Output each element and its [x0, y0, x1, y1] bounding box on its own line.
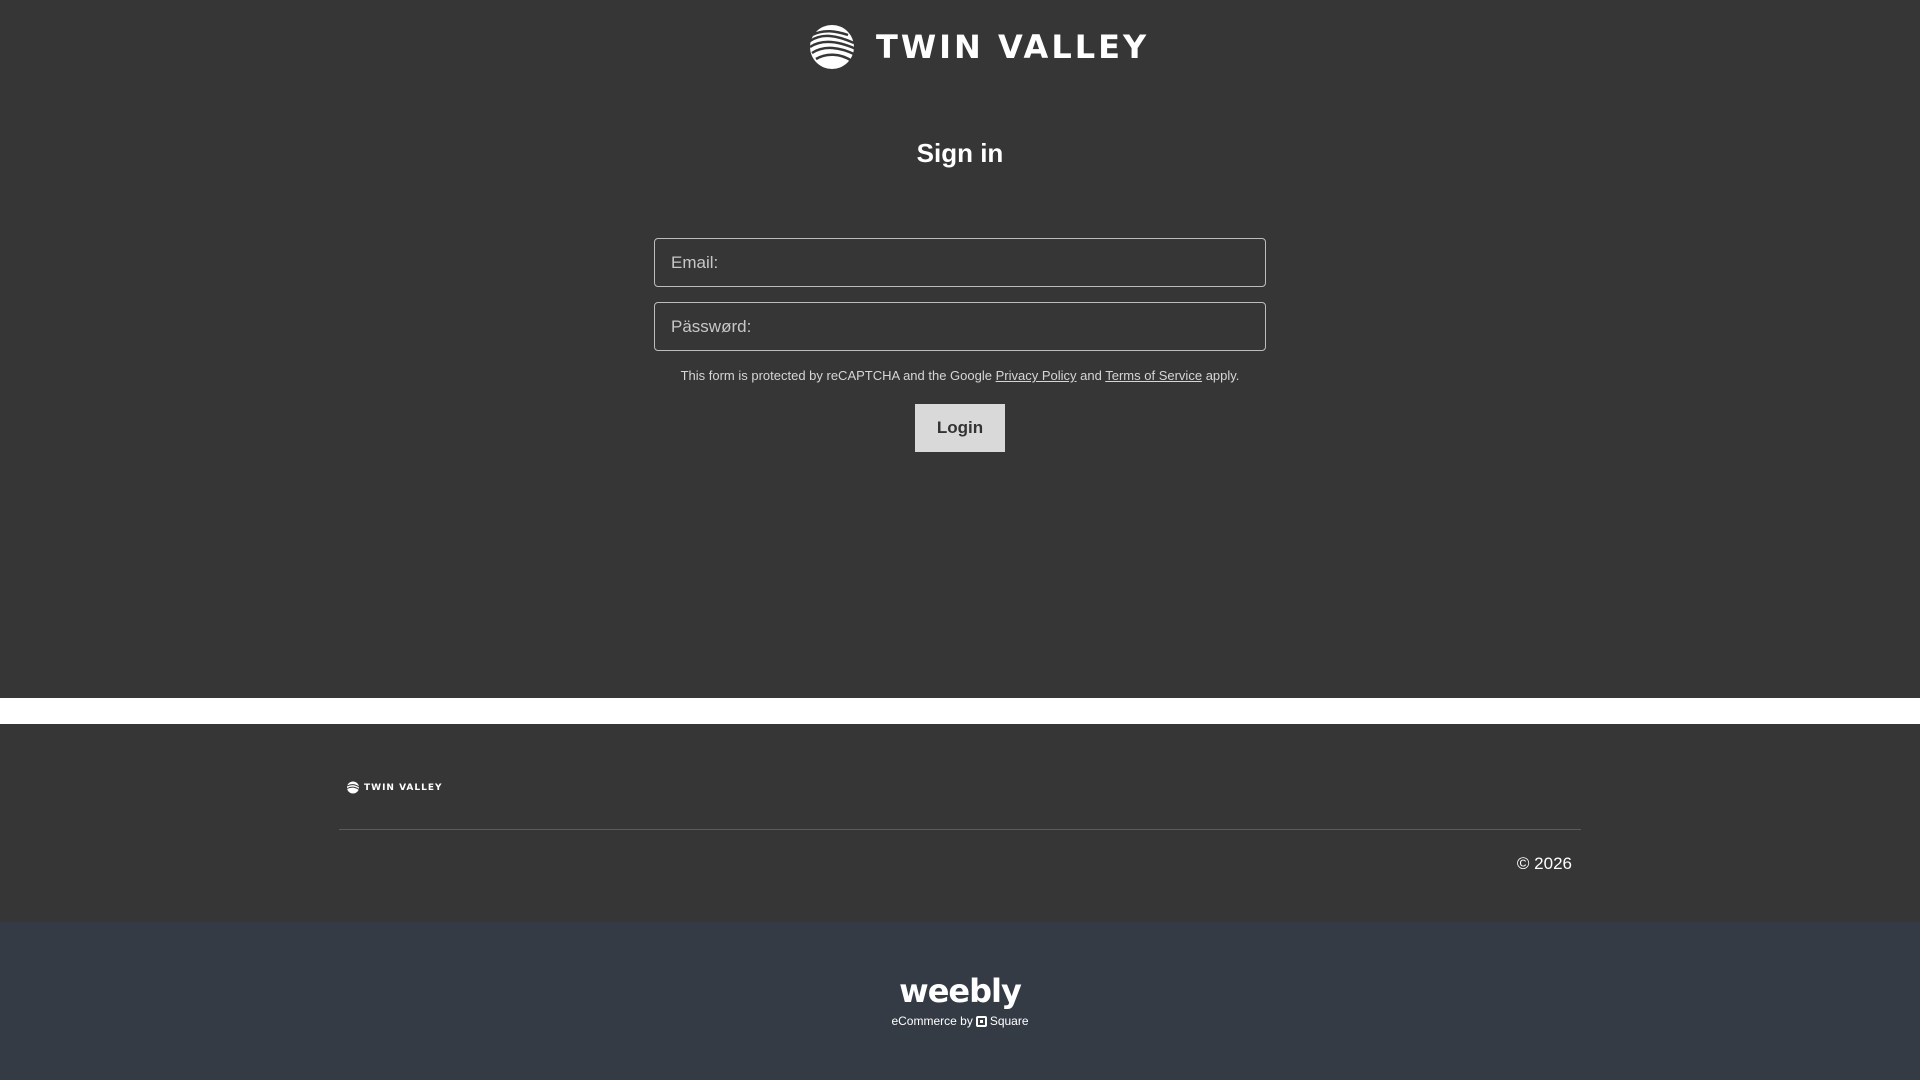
password-field[interactable] — [654, 302, 1266, 351]
recaptcha-notice: This form is protected by reCAPTCHA and … — [0, 368, 1920, 383]
weebly-sub-prefix: eCommerce by — [891, 1014, 973, 1028]
weebly-logo: weebly — [899, 972, 1022, 1010]
email-field[interactable] — [654, 238, 1266, 287]
recaptcha-prefix: This form is protected by reCAPTCHA and … — [680, 368, 992, 383]
divider-strip — [0, 698, 1920, 724]
brand-name: TWIN VALLEY — [876, 28, 1150, 66]
footer-divider — [339, 829, 1581, 830]
footer-brand-name: TWIN VALLEY — [364, 782, 443, 793]
terms-of-service-link[interactable]: Terms of Service — [1105, 368, 1202, 383]
privacy-policy-link[interactable]: Privacy Policy — [996, 368, 1077, 383]
recaptcha-suffix: apply. — [1205, 368, 1240, 383]
weebly-badge[interactable]: weebly eCommerce by Square — [0, 922, 1920, 1080]
weebly-sub-brand: Square — [989, 1014, 1029, 1028]
footer-brand-logo[interactable]: TWIN VALLEY — [346, 781, 443, 794]
copyright-text: © 2026 — [1516, 854, 1572, 873]
square-logo-icon — [975, 1015, 987, 1027]
main-section: TWIN VALLEY Sign in This form is protect… — [0, 0, 1920, 698]
recaptcha-and: and — [1080, 368, 1102, 383]
twin-valley-swoosh-icon — [809, 25, 857, 69]
page-title: Sign in — [916, 138, 1004, 168]
weebly-subtitle: eCommerce by Square — [0, 1014, 1920, 1028]
twin-valley-swoosh-icon — [346, 781, 360, 794]
login-button[interactable]: Login — [915, 404, 1005, 452]
brand-logo[interactable]: TWIN VALLEY — [806, 22, 1149, 72]
footer: TWIN VALLEY © 2026 — [0, 724, 1920, 922]
